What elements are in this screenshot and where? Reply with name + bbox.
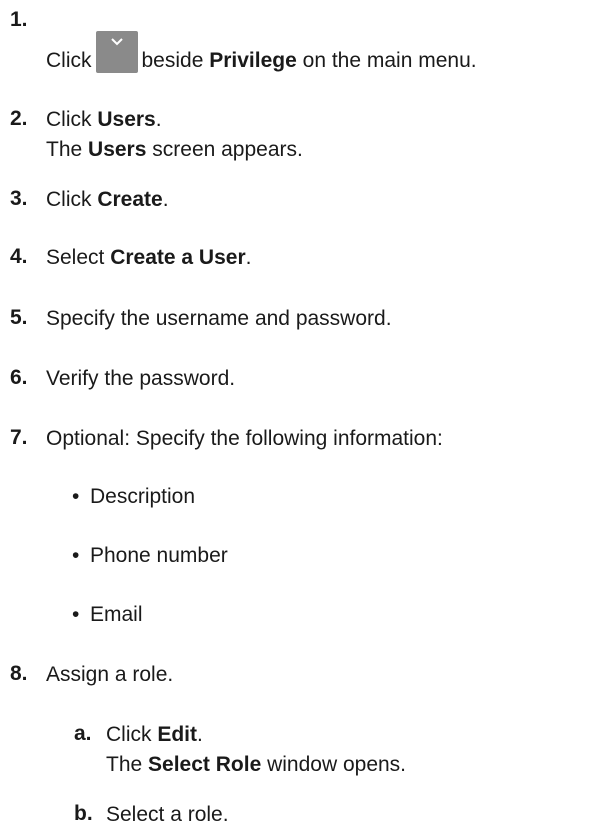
step-verb: Select xyxy=(46,246,105,269)
ui-term: Edit xyxy=(157,723,198,746)
result-prefix: The xyxy=(46,138,83,161)
step-number: 8. xyxy=(10,662,28,685)
step-text: Verify the password. xyxy=(46,367,236,390)
step-verb: Click xyxy=(46,108,92,131)
bullet-text: Email xyxy=(90,603,143,626)
bullet-item: • Description xyxy=(72,485,196,509)
step-number: 5. xyxy=(10,306,28,329)
step-text: Assign a role. xyxy=(46,663,174,686)
step-connector: beside xyxy=(141,49,204,72)
substep-text: Select a role. xyxy=(106,803,229,826)
step-rest: . xyxy=(155,108,162,131)
ui-term: Create a User xyxy=(110,246,246,269)
bullet-text: Phone number xyxy=(90,544,228,567)
step-verb: Click xyxy=(46,188,92,211)
result-rest: window opens. xyxy=(267,753,407,776)
bullet-dot: • xyxy=(72,485,80,508)
ui-term: Privilege xyxy=(209,49,297,72)
ui-term: Select Role xyxy=(148,753,262,776)
result-rest: screen appears. xyxy=(152,138,303,161)
bullet-item: • Email xyxy=(72,603,143,627)
step-verb: Click xyxy=(106,723,152,746)
step-rest: . xyxy=(245,246,252,269)
step-number: 4. xyxy=(10,245,28,268)
substep-letter: b. xyxy=(74,802,93,825)
step-text: Specify the username and password. xyxy=(46,307,392,330)
ui-term: Users xyxy=(88,138,147,161)
step-number: 7. xyxy=(10,426,28,449)
step-number: 3. xyxy=(10,187,28,210)
step-text: Click Users. The Users screen appears. xyxy=(46,107,303,162)
bullet-text: Description xyxy=(90,485,196,508)
ui-term: Create xyxy=(97,188,163,211)
step-number: 2. xyxy=(10,107,28,130)
step-text: Select Create a User. xyxy=(46,245,251,270)
result-prefix: The xyxy=(106,753,143,776)
step-verb: Click xyxy=(46,49,92,72)
substep-text: Click Edit. The Select Role window opens… xyxy=(106,722,406,777)
bullet-item: • Phone number xyxy=(72,544,228,568)
step-rest: . xyxy=(162,188,169,211)
step-rest: . xyxy=(197,723,203,746)
step-text: Click beside Privilege on the main menu. xyxy=(46,31,477,73)
bullet-dot: • xyxy=(72,603,80,626)
substep-letter: a. xyxy=(74,722,92,745)
menu-expand-button xyxy=(95,31,138,73)
step-number: 1. xyxy=(10,8,28,31)
step-text: Click Create. xyxy=(46,187,169,212)
ui-term: Users xyxy=(97,108,156,131)
step-text: Optional: Specify the following informat… xyxy=(46,427,443,450)
bullet-dot: • xyxy=(72,544,80,567)
chevron-down-icon xyxy=(110,38,123,46)
step-number: 6. xyxy=(10,366,28,389)
step-rest: on the main menu. xyxy=(302,49,477,72)
